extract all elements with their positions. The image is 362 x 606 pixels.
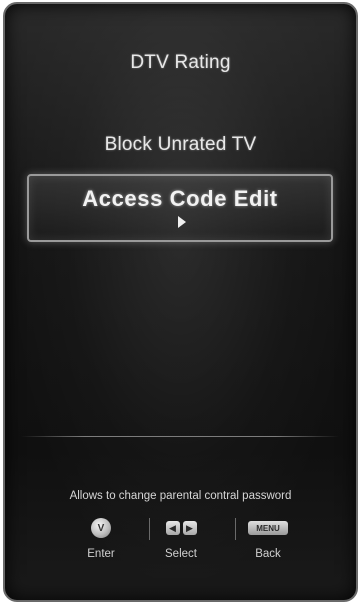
separator	[235, 518, 236, 540]
separator	[149, 518, 150, 540]
control-back-label: Back	[255, 548, 281, 560]
menu-button-icon: MENU	[248, 521, 288, 535]
control-select-label: Select	[165, 548, 197, 560]
control-enter[interactable]: V Enter	[61, 514, 141, 560]
control-hints: V Enter ◀ ▶ Select MENU Back	[5, 514, 356, 584]
control-select[interactable]: ◀ ▶ Select	[141, 514, 221, 560]
right-arrow-icon: ▶	[182, 521, 197, 535]
v-button-icon: V	[91, 518, 111, 538]
control-enter-label: Enter	[87, 548, 115, 560]
menu-item-label: Access Code Edit	[82, 186, 278, 211]
menu-item-block-unrated-tv[interactable]: Block Unrated TV	[5, 134, 356, 156]
menu-item-access-code-edit[interactable]: Access Code Edit	[27, 174, 333, 242]
tv-menu-panel: DTV Rating Block Unrated TV Access Code …	[3, 2, 358, 602]
pointer-cursor-icon	[178, 216, 186, 228]
left-arrow-icon: ◀	[165, 521, 180, 535]
divider	[21, 436, 339, 437]
help-description: Allows to change parental contral passwo…	[69, 490, 292, 502]
menu-item-dtv-rating[interactable]: DTV Rating	[5, 52, 356, 74]
control-back[interactable]: MENU Back	[228, 514, 308, 560]
